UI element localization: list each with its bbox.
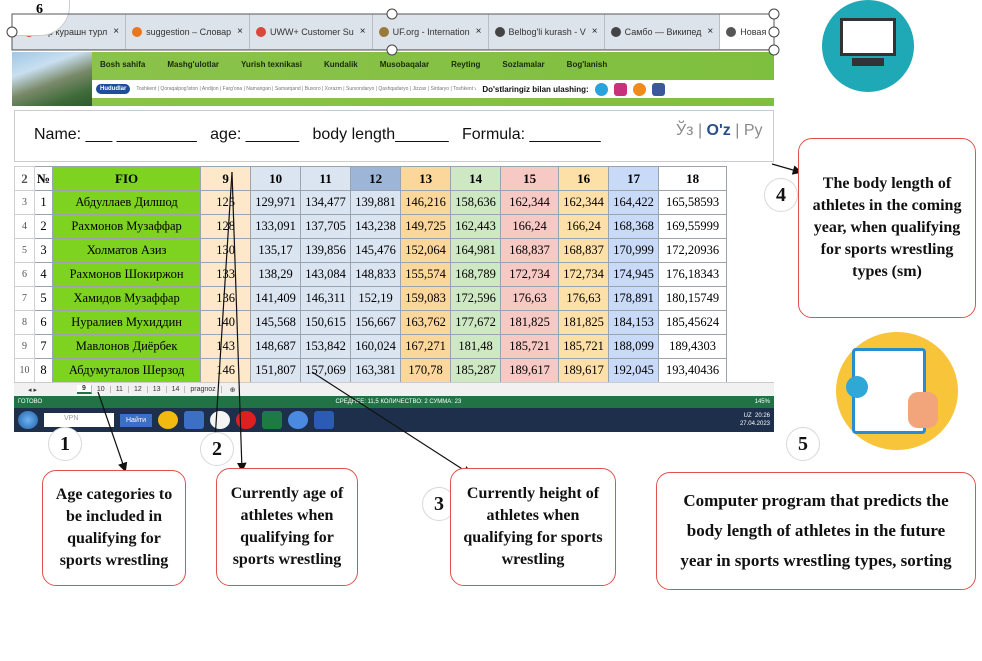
online-learning-illustration [822, 0, 914, 92]
callout-box-1: Age categories to be included in qualify… [42, 470, 186, 586]
callout-box-4: The body length of athletes in the comin… [798, 138, 976, 318]
callout-box-5: Computer program that predicts the body … [656, 472, 976, 590]
callout-box-2: Currently age of athletes when qualifyin… [216, 468, 358, 586]
arrow-3 [311, 371, 473, 476]
callout-number-1: 1 [48, 427, 82, 461]
arrow-2 [231, 171, 247, 473]
callout-box-3: Currently height of athletes when qualif… [450, 468, 616, 586]
callout-number-4: 4 [764, 178, 798, 212]
web-design-illustration [836, 332, 958, 450]
arrow-4 [771, 163, 803, 175]
callout-number-2: 2 [200, 432, 234, 466]
arrow-2b [214, 171, 233, 441]
selection-handles [6, 8, 780, 56]
arrow-1 [97, 391, 128, 473]
callout-number-5: 5 [786, 427, 820, 461]
